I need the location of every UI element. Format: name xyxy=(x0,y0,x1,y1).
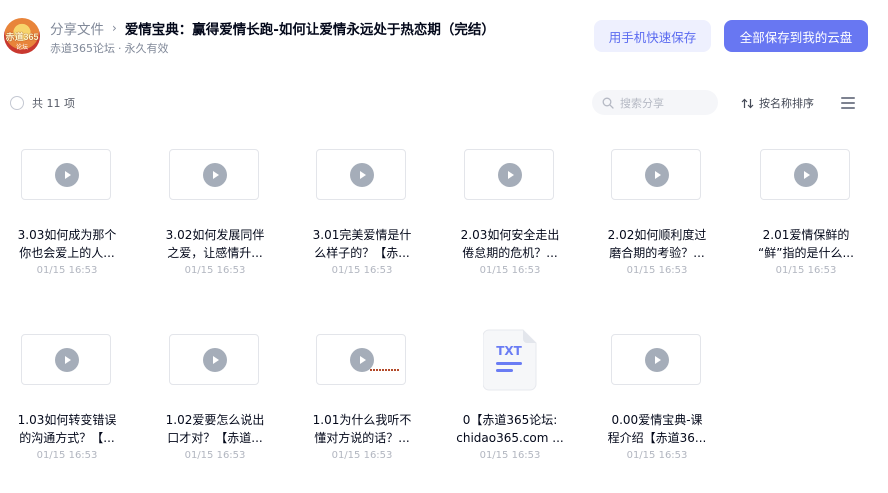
file-name: 3.01完美爱情是什 么样子的？【赤... xyxy=(312,228,412,260)
thumbnail-strip xyxy=(370,369,400,371)
video-thumbnail[interactable] xyxy=(611,149,701,200)
meta-separator: · xyxy=(118,42,122,55)
file-item[interactable]: 3.03如何成为那个 你也会爱上的人... 01/15 16:53 xyxy=(0,132,148,312)
video-thumbnail[interactable] xyxy=(464,149,554,200)
file-toolbar: 共 11 项 搜索分享 按名称排序 xyxy=(0,86,888,120)
file-item[interactable]: TXT 0【赤道365论坛: chidao365.com ... 01/15 16… xyxy=(443,317,591,493)
file-name: 1.03如何转变错误 的沟通方式？【... xyxy=(17,413,117,445)
play-icon xyxy=(350,163,374,187)
file-time: 01/15 16:53 xyxy=(36,265,98,276)
file-item[interactable]: 2.02如何顺利度过 磨合期的考验？... 01/15 16:53 xyxy=(590,132,738,312)
file-time: 01/15 16:53 xyxy=(331,265,393,276)
sort-button[interactable]: 按名称排序 xyxy=(741,95,814,111)
chevron-right-icon: › xyxy=(112,21,117,35)
play-icon xyxy=(203,348,227,372)
file-time: 01/15 16:53 xyxy=(626,450,688,461)
file-time: 01/15 16:53 xyxy=(626,265,688,276)
breadcrumb: 分享文件 › 爱情宝典：赢得爱情长跑-如何让爱情永远处于热恋期（完结） xyxy=(50,18,495,38)
video-thumbnail[interactable] xyxy=(21,334,111,385)
select-all-checkbox[interactable] xyxy=(10,96,24,110)
play-icon xyxy=(55,348,79,372)
file-time: 01/15 16:53 xyxy=(479,450,541,461)
search-icon xyxy=(602,97,614,109)
share-header: 赤道365 论坛 分享文件 › 爱情宝典：赢得爱情长跑-如何让爱情永远处于热恋期… xyxy=(0,0,888,72)
file-time: 01/15 16:53 xyxy=(36,450,98,461)
sort-label: 按名称排序 xyxy=(759,97,814,110)
play-icon xyxy=(794,163,818,187)
file-item[interactable]: 3.02如何发展同伴 之爱，让感情升... 01/15 16:53 xyxy=(148,132,296,312)
sort-icon xyxy=(741,98,754,108)
video-thumbnail[interactable] xyxy=(316,334,406,385)
file-name: 2.02如何顺利度过 磨合期的考验？... xyxy=(607,228,707,260)
search-input[interactable]: 搜索分享 xyxy=(592,90,718,115)
list-view-icon[interactable] xyxy=(841,97,855,109)
file-name: 1.02爱要怎么说出 口才对？【赤道... xyxy=(165,413,265,445)
file-name: 3.03如何成为那个 你也会爱上的人... xyxy=(17,228,117,260)
save-by-phone-button[interactable]: 用手机快速保存 xyxy=(594,20,711,52)
file-time: 01/15 16:53 xyxy=(331,450,393,461)
file-name: 0【赤道365论坛: chidao365.com ... xyxy=(456,413,564,445)
file-name: 0.00爱情宝典-课 程介绍【赤道36... xyxy=(607,413,707,445)
file-item[interactable]: 3.01完美爱情是什 么样子的？【赤... 01/15 16:53 xyxy=(295,132,443,312)
file-time: 01/15 16:53 xyxy=(184,450,246,461)
svg-text:TXT: TXT xyxy=(496,344,522,358)
avatar-subtext: 论坛 xyxy=(15,45,28,51)
video-thumbnail[interactable] xyxy=(169,334,259,385)
file-item[interactable]: 1.01为什么我听不 懂对方说的话？... 01/15 16:53 xyxy=(295,317,443,493)
txt-file-icon[interactable]: TXT xyxy=(483,329,537,391)
file-item[interactable]: 0.00爱情宝典-课 程介绍【赤道36... 01/15 16:53 xyxy=(590,317,738,493)
play-icon xyxy=(203,163,227,187)
video-thumbnail[interactable] xyxy=(169,149,259,200)
video-thumbnail[interactable] xyxy=(316,149,406,200)
play-icon xyxy=(498,163,522,187)
breadcrumb-parent[interactable]: 分享文件 xyxy=(50,18,104,38)
play-icon xyxy=(645,348,669,372)
file-name: 3.02如何发展同伴 之爱，让感情升... xyxy=(165,228,265,260)
video-thumbnail[interactable] xyxy=(21,149,111,200)
file-time: 01/15 16:53 xyxy=(775,265,837,276)
file-item[interactable]: 2.01爱情保鲜的 “鲜”指的是什么... 01/15 16:53 xyxy=(739,132,887,312)
search-placeholder: 搜索分享 xyxy=(620,96,664,110)
sharer-avatar[interactable]: 赤道365 论坛 xyxy=(4,18,40,54)
file-name: 2.03如何安全走出 倦怠期的危机？... xyxy=(460,228,560,260)
file-time: 01/15 16:53 xyxy=(479,265,541,276)
file-time: 01/15 16:53 xyxy=(184,265,246,276)
play-icon xyxy=(645,163,669,187)
page-title: 爱情宝典：赢得爱情长跑-如何让爱情永远处于热恋期（完结） xyxy=(124,22,495,38)
video-thumbnail[interactable] xyxy=(760,149,850,200)
share-validity: 永久有效 xyxy=(124,42,169,55)
file-name: 2.01爱情保鲜的 “鲜”指的是什么... xyxy=(758,228,854,260)
share-source[interactable]: 赤道365论坛 xyxy=(50,42,115,55)
file-item[interactable]: 1.02爱要怎么说出 口才对？【赤道... 01/15 16:53 xyxy=(148,317,296,493)
video-thumbnail[interactable] xyxy=(611,334,701,385)
item-count: 共 11 项 xyxy=(32,97,75,110)
share-meta: 赤道365论坛 · 永久有效 xyxy=(50,40,169,56)
save-all-to-cloud-button[interactable]: 全部保存到我的云盘 xyxy=(724,20,868,52)
file-item[interactable]: 1.03如何转变错误 的沟通方式？【... 01/15 16:53 xyxy=(0,317,148,493)
file-name: 1.01为什么我听不 懂对方说的话？... xyxy=(312,413,412,445)
play-icon xyxy=(55,163,79,187)
file-item[interactable]: 2.03如何安全走出 倦怠期的危机？... 01/15 16:53 xyxy=(443,132,591,312)
